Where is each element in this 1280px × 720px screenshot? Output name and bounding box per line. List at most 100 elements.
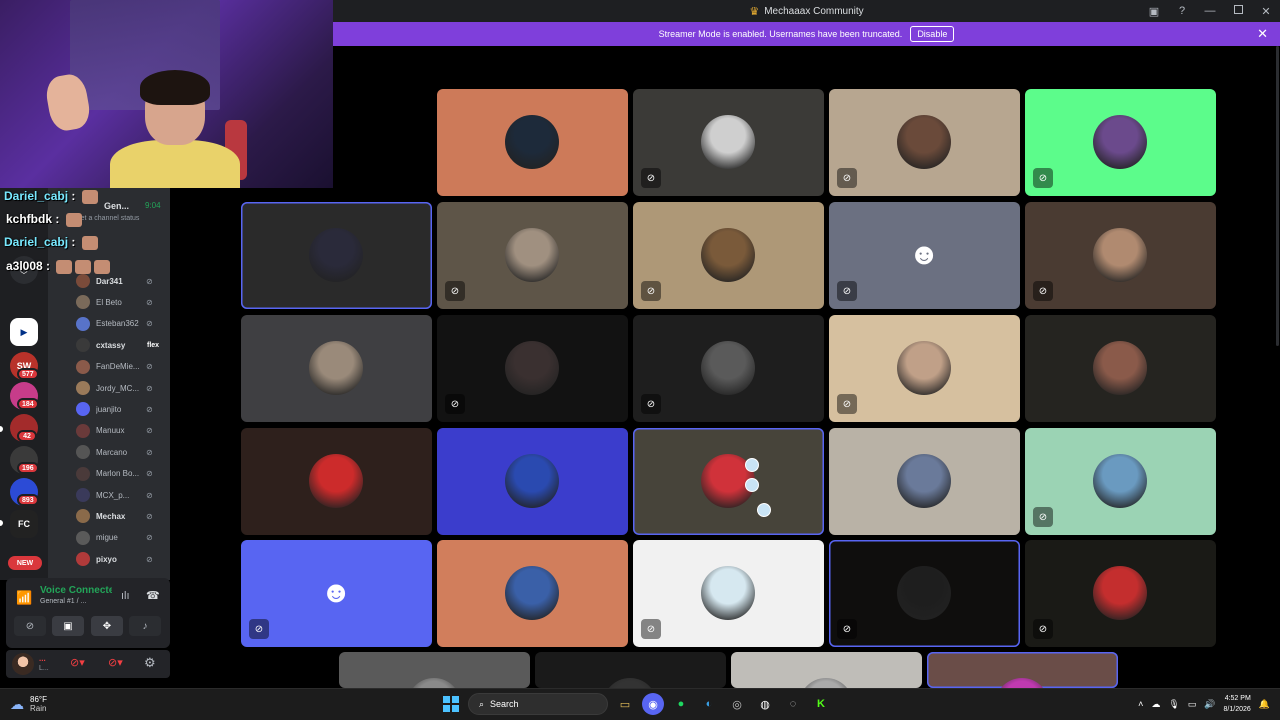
maximize-icon[interactable]: [1224, 5, 1252, 17]
voice-member[interactable]: Mechax ⊘: [76, 508, 170, 524]
camera-off-button[interactable]: ⊘: [14, 616, 46, 636]
participant-tile[interactable]: ⊘: [633, 202, 824, 309]
activities-button[interactable]: ✥: [91, 616, 123, 636]
muted-mic-icon: ⊘: [641, 168, 661, 188]
spotify-icon[interactable]: ●: [670, 693, 692, 715]
soundboard-button[interactable]: ♪: [129, 616, 161, 636]
participant-tile[interactable]: ⊘: [829, 315, 1020, 422]
new-unreads-pill[interactable]: NEW: [8, 556, 42, 570]
mention-badge: 42: [17, 430, 37, 442]
user-name: ...: [39, 654, 46, 663]
close-banner-icon[interactable]: ✕: [1257, 26, 1268, 42]
participant-tile[interactable]: ⊘: [437, 315, 628, 422]
microphone-icon[interactable]: 🎙: [1168, 699, 1179, 710]
participant-tile[interactable]: ⊘: [829, 428, 1020, 535]
muted-mic-icon: ⊘: [146, 533, 153, 543]
discord-logo-icon: ☻: [908, 238, 940, 271]
edge-icon[interactable]: ◐: [698, 693, 720, 715]
app-icon[interactable]: ◌: [782, 693, 804, 715]
participant-tile[interactable]: ⊘: [633, 540, 824, 647]
voice-member[interactable]: migue ⊘: [76, 530, 170, 546]
voice-member[interactable]: Jordy_MC... ⊘: [76, 380, 170, 396]
obs-icon[interactable]: ◍: [754, 693, 776, 715]
volume-icon[interactable]: 🔊: [1204, 699, 1215, 710]
participant-tile[interactable]: ⊘: [241, 202, 432, 309]
participant-tile[interactable]: ⊘: [1025, 202, 1216, 309]
voice-connected-title[interactable]: Voice Connected: [40, 585, 112, 596]
voice-member[interactable]: Marlon Bo... ⊘: [76, 466, 170, 482]
participant-tile[interactable]: ⊘: [633, 89, 824, 196]
voice-member[interactable]: Marcano ⊘: [76, 444, 170, 460]
discord-icon[interactable]: ◉: [642, 693, 664, 715]
voice-channel-name[interactable]: Gen...: [104, 201, 129, 211]
participant-tile[interactable]: ⊘: [1025, 540, 1216, 647]
voice-member[interactable]: Esteban362 ⊘: [76, 316, 170, 332]
voice-member[interactable]: cxtassy flex: [76, 337, 170, 353]
participant-tile[interactable]: ⊘: [437, 428, 628, 535]
participant-tile[interactable]: ☻ ⊘: [241, 540, 432, 647]
avatar: [76, 552, 90, 567]
voice-member[interactable]: Manuux ⊘: [76, 423, 170, 439]
participant-tile[interactable]: ⊘: [633, 428, 824, 535]
screen-share-button[interactable]: ▣: [52, 616, 84, 636]
avatar: [76, 274, 90, 288]
wifi-icon[interactable]: ▭: [1188, 699, 1197, 710]
close-icon[interactable]: ✕: [1252, 5, 1280, 18]
voice-member[interactable]: MCX_p... ⊘: [76, 487, 170, 503]
server-icon-dark[interactable]: FC: [10, 510, 38, 538]
channel-status-input[interactable]: Set a channel status: [76, 215, 139, 222]
participant-tile[interactable]: ⊘: [241, 428, 432, 535]
voice-member[interactable]: juanjito ⊘: [76, 401, 170, 417]
avatar: [897, 454, 951, 508]
participant-tile[interactable]: ⊘: [927, 652, 1118, 688]
taskbar-search[interactable]: ⌕ Search: [468, 693, 608, 715]
participant-tile[interactable]: ⊘: [535, 652, 726, 688]
participant-tile[interactable]: ⊘: [1025, 89, 1216, 196]
inbox-icon[interactable]: ▣: [1140, 5, 1168, 18]
voice-member[interactable]: Dar341 ⊘: [76, 273, 170, 289]
start-button[interactable]: [440, 693, 462, 715]
participant-tile[interactable]: ⊘: [633, 315, 824, 422]
participant-tile[interactable]: ☻ ⊘: [829, 202, 1020, 309]
participant-tile[interactable]: ⊘: [731, 652, 922, 688]
deafen-icon[interactable]: ⊘▾: [108, 656, 123, 669]
avatar: [505, 115, 559, 169]
muted-mic-icon: ⊘: [445, 394, 465, 414]
voice-member[interactable]: El Beto ⊘: [76, 294, 170, 310]
notification-bell-icon[interactable]: 🔔: [1259, 699, 1270, 710]
participant-tile[interactable]: ⊘: [1025, 428, 1216, 535]
participant-tile[interactable]: ⊘: [437, 89, 628, 196]
participant-tile[interactable]: ⊘: [437, 540, 628, 647]
chevron-up-icon[interactable]: ˄: [1138, 699, 1143, 709]
mention-badge: 184: [17, 398, 39, 410]
muted-mic-icon: ⊘: [837, 168, 857, 188]
voice-member[interactable]: FanDeMie... ⊘: [76, 359, 170, 375]
scrollbar[interactable]: [1276, 46, 1279, 346]
voice-member[interactable]: pixyo ⊘: [76, 551, 170, 567]
participant-tile[interactable]: ⊘: [339, 652, 530, 688]
signal-icon[interactable]: 📶: [16, 590, 32, 606]
voice-connected-channel[interactable]: General #1 / ...: [40, 598, 86, 605]
avatar: [309, 341, 363, 395]
participant-tile[interactable]: ⊘: [829, 540, 1020, 647]
participant-tile[interactable]: ⊘: [1025, 315, 1216, 422]
clock[interactable]: 4:52 PM 8/1/2026: [1224, 693, 1251, 715]
minimize-icon[interactable]: —: [1196, 5, 1224, 17]
weather-widget[interactable]: ☁ 86°F Rain: [10, 695, 47, 713]
disconnect-icon[interactable]: ☎: [146, 589, 160, 602]
disable-streamer-mode-button[interactable]: Disable: [910, 26, 955, 42]
noise-suppression-icon[interactable]: ılı: [121, 590, 130, 602]
participant-tile[interactable]: ⊘: [437, 202, 628, 309]
server-icon-playstation[interactable]: ▶: [10, 318, 38, 346]
avatar: [897, 566, 951, 620]
participant-tile[interactable]: ⊘: [829, 89, 1020, 196]
gear-icon[interactable]: ⚙: [144, 655, 156, 671]
mic-muted-icon[interactable]: ⊘▾: [70, 656, 85, 669]
participant-tile[interactable]: ⊘: [241, 315, 432, 422]
kick-icon[interactable]: K: [810, 693, 832, 715]
avatar[interactable]: [12, 653, 34, 675]
steam-icon[interactable]: ◎: [726, 693, 748, 715]
help-icon[interactable]: ?: [1168, 5, 1196, 17]
file-explorer-icon[interactable]: ▭: [614, 693, 636, 715]
network-icon[interactable]: ☁: [1151, 699, 1160, 710]
